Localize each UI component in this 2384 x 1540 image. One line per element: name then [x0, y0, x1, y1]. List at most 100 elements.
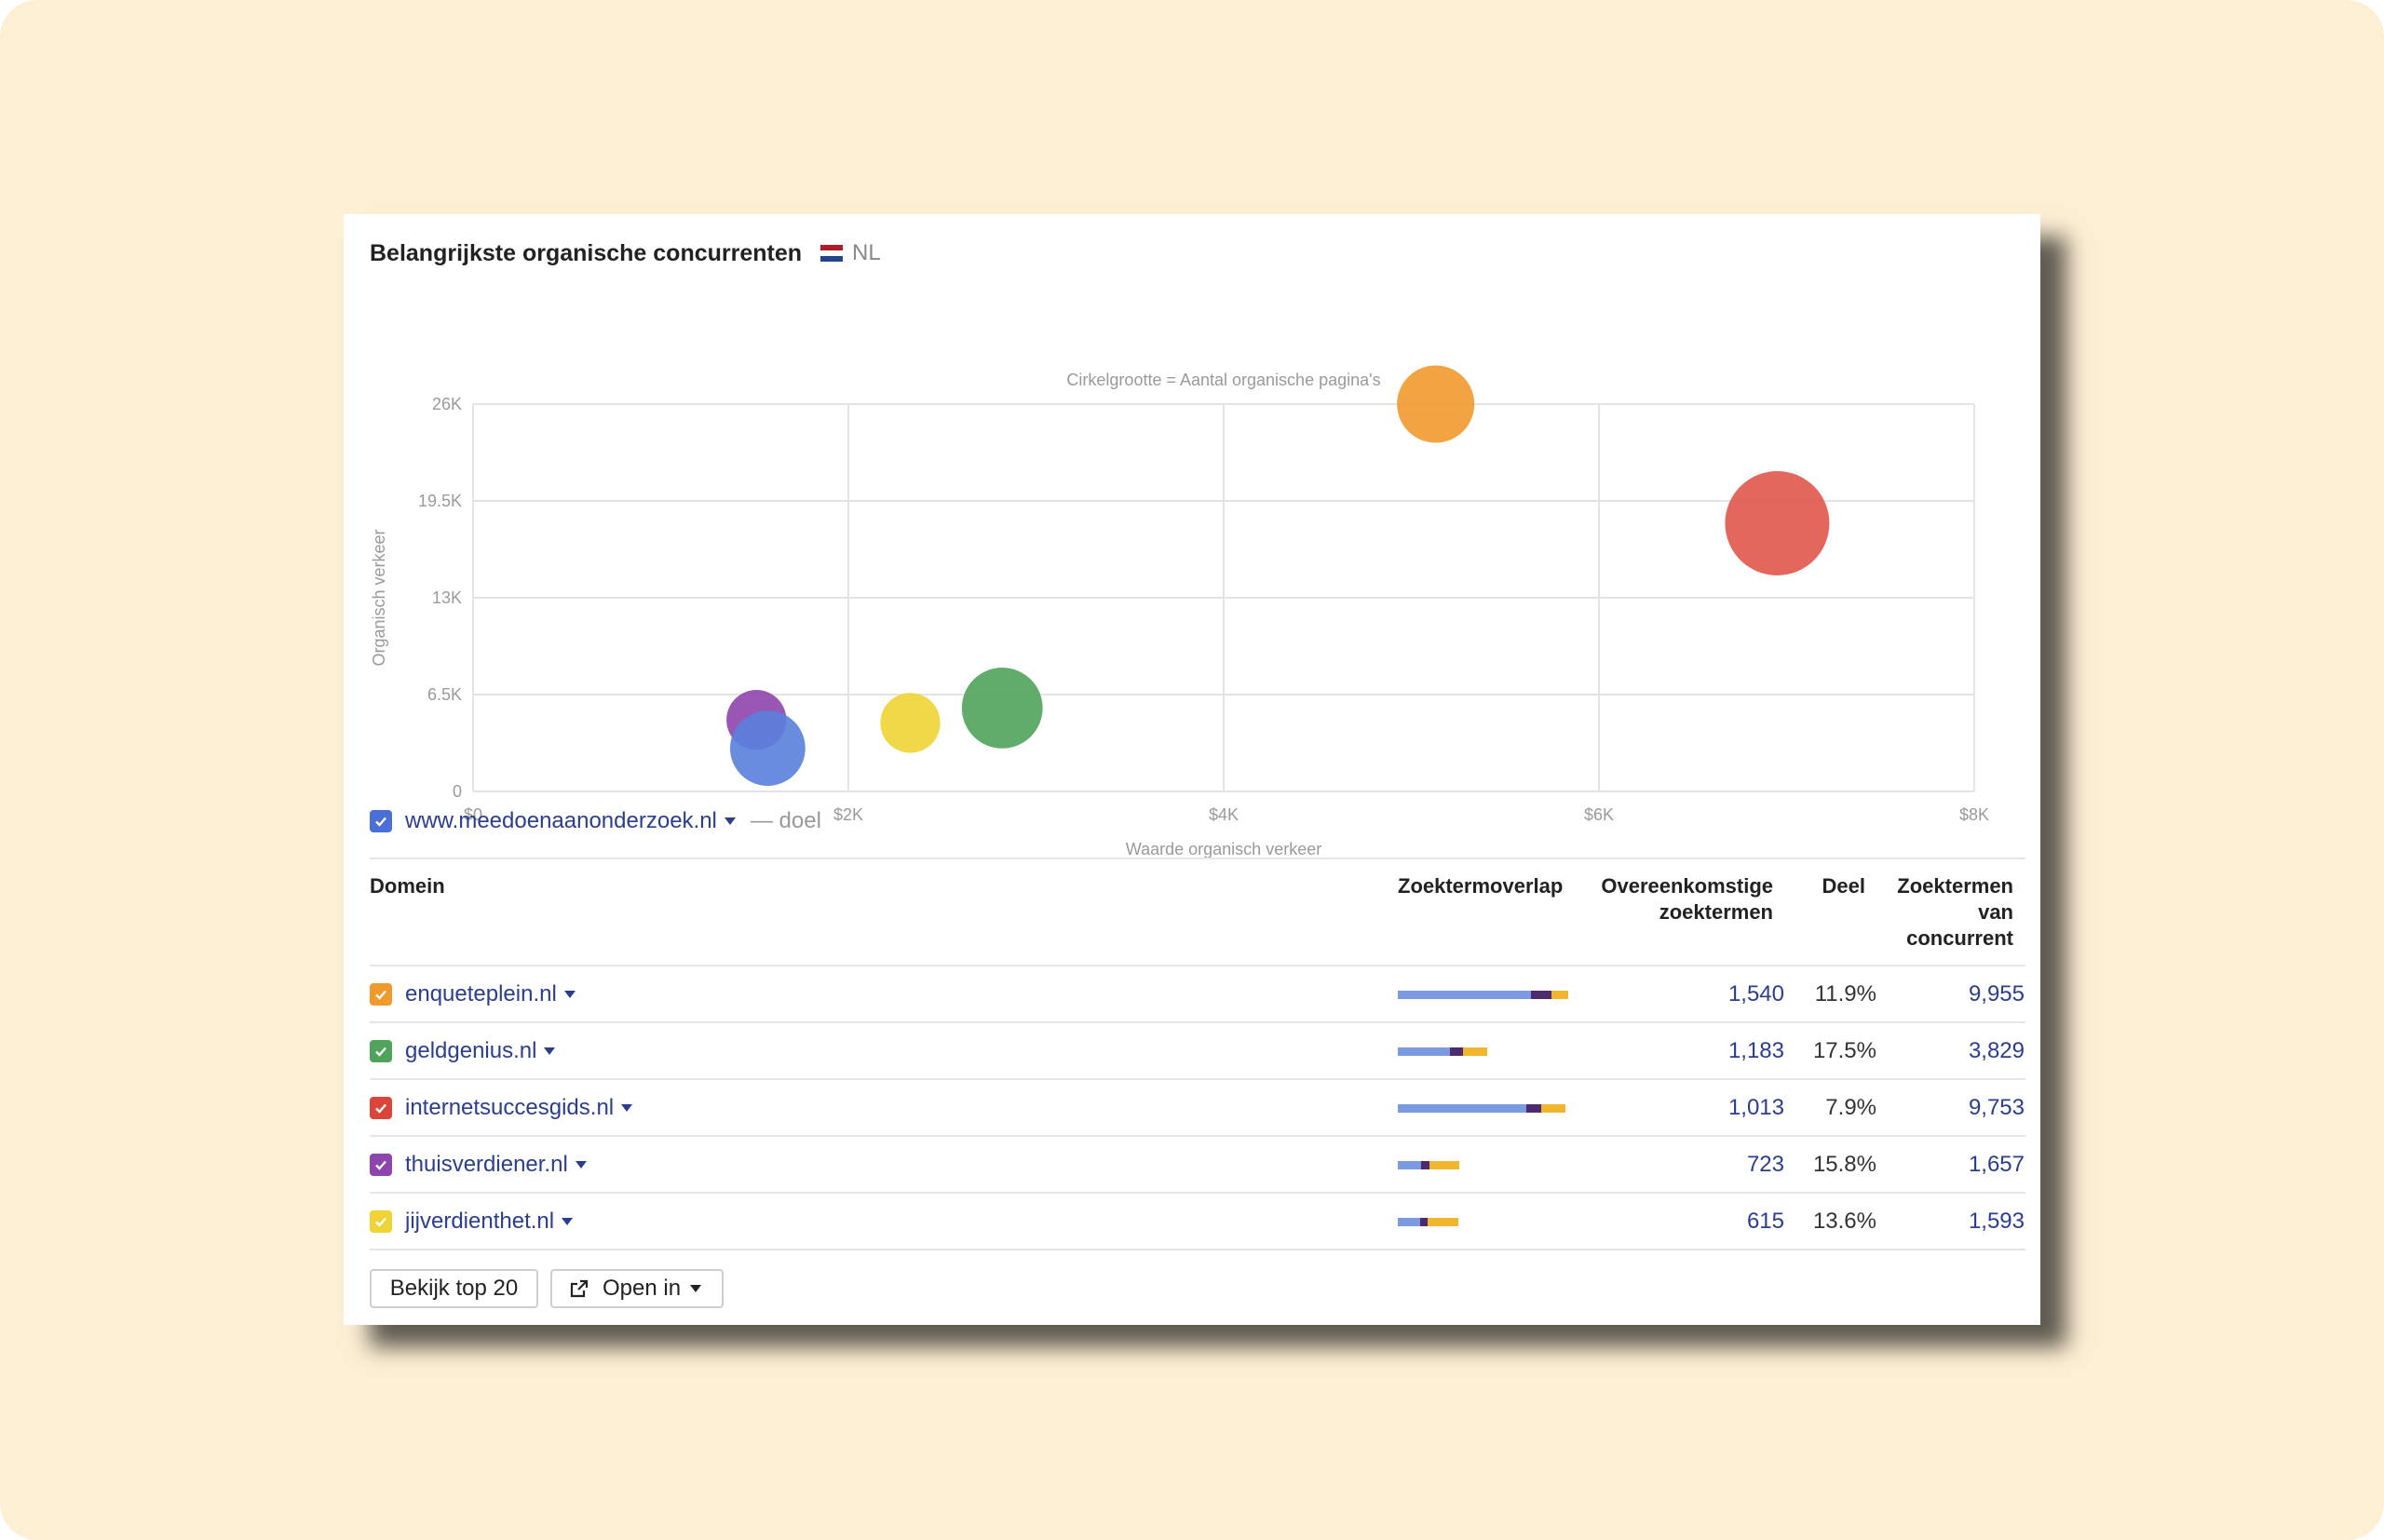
competitor-keywords-value[interactable]: 1,657: [1969, 1137, 2025, 1193]
netherlands-flag-icon: [820, 245, 844, 262]
col-header-overlap: Zoektermoverlap: [1398, 874, 1564, 898]
target-domain-row: www.meedoenaanonderzoek.nl — doel: [370, 803, 821, 840]
overlap-bar-shared: [1450, 1047, 1463, 1056]
overlap-bar-common: [1398, 1218, 1420, 1226]
bubble-point: [1725, 471, 1830, 575]
view-top-20-button[interactable]: Bekijk top 20: [370, 1269, 538, 1308]
overlap-bar-shared: [1526, 1104, 1541, 1113]
row-domain-cell: geldgenius.nl: [370, 1023, 556, 1079]
open-in-dropdown-caret-icon: [690, 1285, 702, 1292]
overlap-bar-competitor: [1428, 1218, 1458, 1226]
overlap-bar-competitor: [1541, 1104, 1565, 1113]
country-code: NL: [852, 240, 881, 265]
x-tick-label: $2K: [833, 805, 863, 824]
table-row: enqueteplein.nl 1,540 11.9% 9,955: [370, 966, 2025, 1022]
competitor-keywords-value[interactable]: 9,753: [1969, 1080, 2025, 1136]
overlap-bar-common: [1398, 1161, 1421, 1169]
col-header-competitor-line1: Zoektermen: [1897, 874, 2013, 898]
target-domain-link[interactable]: www.meedoenaanonderzoek.nl: [405, 808, 717, 834]
row-checkbox[interactable]: [370, 1154, 392, 1176]
row-domain-link[interactable]: thuisverdiener.nl: [405, 1152, 568, 1178]
row-dropdown-caret-icon[interactable]: [562, 1218, 574, 1225]
table-row: geldgenius.nl 1,183 17.5% 3,829: [370, 1023, 2025, 1079]
overlap-bar-competitor: [1463, 1047, 1487, 1056]
col-header-share: Deel: [1822, 874, 1865, 898]
col-header-common-line2: zoektermen: [1659, 900, 1773, 924]
check-icon: [375, 1217, 386, 1227]
x-axis-label: Waarde organisch verkeer: [1126, 840, 1321, 858]
divider: [370, 858, 2025, 859]
bubble-point: [880, 693, 941, 753]
external-link-icon: [570, 1279, 589, 1298]
target-dropdown-caret-icon[interactable]: [724, 817, 736, 825]
row-dropdown-caret-icon[interactable]: [563, 991, 576, 998]
share-value: 7.9%: [1825, 1095, 1876, 1120]
target-goal-label: — doel: [750, 808, 821, 833]
y-tick-label: 19.5K: [418, 492, 462, 510]
y-axis-label: Organisch verkeer: [370, 529, 388, 666]
common-keywords-value[interactable]: 1,540: [1728, 966, 1784, 1022]
y-tick-label: 26K: [432, 395, 462, 413]
row-domain-link[interactable]: enqueteplein.nl: [405, 981, 557, 1007]
x-tick-label: $4K: [1209, 805, 1239, 824]
bubble-chart: 0 6.5K 13K 19.5K 26K $0 $2K $4K $6K $8K Cirkelgroo…: [344, 289, 2040, 1015]
row-dropdown-caret-icon[interactable]: [575, 1161, 587, 1169]
check-icon: [375, 1160, 386, 1170]
row-domain-cell: thuisverdiener.nl: [370, 1137, 587, 1193]
chart-subtitle: Cirkelgrootte = Aantal organische pagina…: [1066, 371, 1380, 389]
open-in-label: Open in: [603, 1276, 682, 1301]
table-row: thuisverdiener.nl 723 15.8% 1,657: [370, 1137, 2025, 1193]
row-domain-cell: enqueteplein.nl: [370, 966, 576, 1022]
col-header-common-line1: Overeenkomstige: [1601, 874, 1773, 898]
row-dropdown-caret-icon[interactable]: [544, 1047, 556, 1055]
open-in-button[interactable]: Open in: [550, 1269, 724, 1308]
y-tick-label: 6.5K: [427, 685, 462, 704]
common-keywords-value[interactable]: 1,013: [1728, 1080, 1784, 1136]
share-value: 13.6%: [1812, 1209, 1876, 1234]
row-checkbox[interactable]: [370, 1040, 392, 1062]
overlap-bar: [1398, 1047, 1487, 1056]
row-domain-cell: internetsuccesgids.nl: [370, 1080, 633, 1136]
col-header-competitor: Zoektermen van concurrent: [1897, 873, 2013, 952]
view-top-20-label: Bekijk top 20: [389, 1276, 519, 1301]
common-keywords-value[interactable]: 1,183: [1728, 1023, 1784, 1079]
competitor-keywords-value[interactable]: 1,593: [1969, 1194, 2025, 1250]
x-tick-label: $8K: [1959, 805, 1989, 824]
widget-header: Belangrijkste organische concurrenten NL: [370, 235, 881, 272]
common-keywords-value[interactable]: 615: [1747, 1194, 1784, 1250]
overlap-bar: [1398, 1104, 1565, 1113]
row-dropdown-caret-icon[interactable]: [621, 1104, 633, 1112]
row-domain-link[interactable]: internetsuccesgids.nl: [405, 1095, 614, 1121]
competitor-keywords-value[interactable]: 9,955: [1969, 966, 2025, 1022]
share-value: 15.8%: [1812, 1152, 1876, 1177]
row-domain-link[interactable]: jijverdienthet.nl: [405, 1209, 554, 1235]
row-domain-link[interactable]: geldgenius.nl: [405, 1038, 536, 1064]
row-checkbox[interactable]: [370, 983, 392, 1006]
table-row: internetsuccesgids.nl 1,013 7.9% 9,753: [370, 1080, 2025, 1136]
row-domain-cell: jijverdienthet.nl: [370, 1194, 574, 1250]
target-checkbox[interactable]: [370, 810, 392, 832]
bubble-point: [1397, 365, 1475, 443]
overlap-bar: [1398, 1161, 1459, 1169]
bubble-point: [729, 710, 806, 786]
share-value: 17.5%: [1812, 1038, 1876, 1063]
table-row: jijverdienthet.nl 615 13.6% 1,593: [370, 1194, 2025, 1250]
overlap-bar-shared: [1420, 1218, 1428, 1226]
overlap-bar-shared: [1421, 1161, 1429, 1169]
row-checkbox[interactable]: [370, 1097, 392, 1119]
share-value: 11.9%: [1814, 981, 1876, 1006]
overlap-bar-common: [1398, 1104, 1526, 1113]
bubble-chart-svg: 06.5K13K19.5K26K$0 $2K $4K $6K $8KCirkelgroo…: [370, 365, 1989, 858]
y-tick-label: 13K: [432, 588, 462, 607]
competitor-keywords-value[interactable]: 3,829: [1969, 1023, 2025, 1079]
check-icon: [375, 990, 386, 1000]
col-header-competitor-line2: van: [1978, 900, 2013, 924]
overlap-bar: [1398, 991, 1568, 999]
row-checkbox[interactable]: [370, 1210, 392, 1233]
col-header-domain: Domein: [370, 874, 445, 898]
overlap-bar-shared: [1531, 991, 1551, 999]
check-icon: [375, 1103, 386, 1114]
common-keywords-value[interactable]: 723: [1747, 1137, 1784, 1193]
competitors-widget: Belangrijkste organische concurrenten NL…: [344, 214, 2040, 1325]
bubble-point: [961, 668, 1043, 749]
